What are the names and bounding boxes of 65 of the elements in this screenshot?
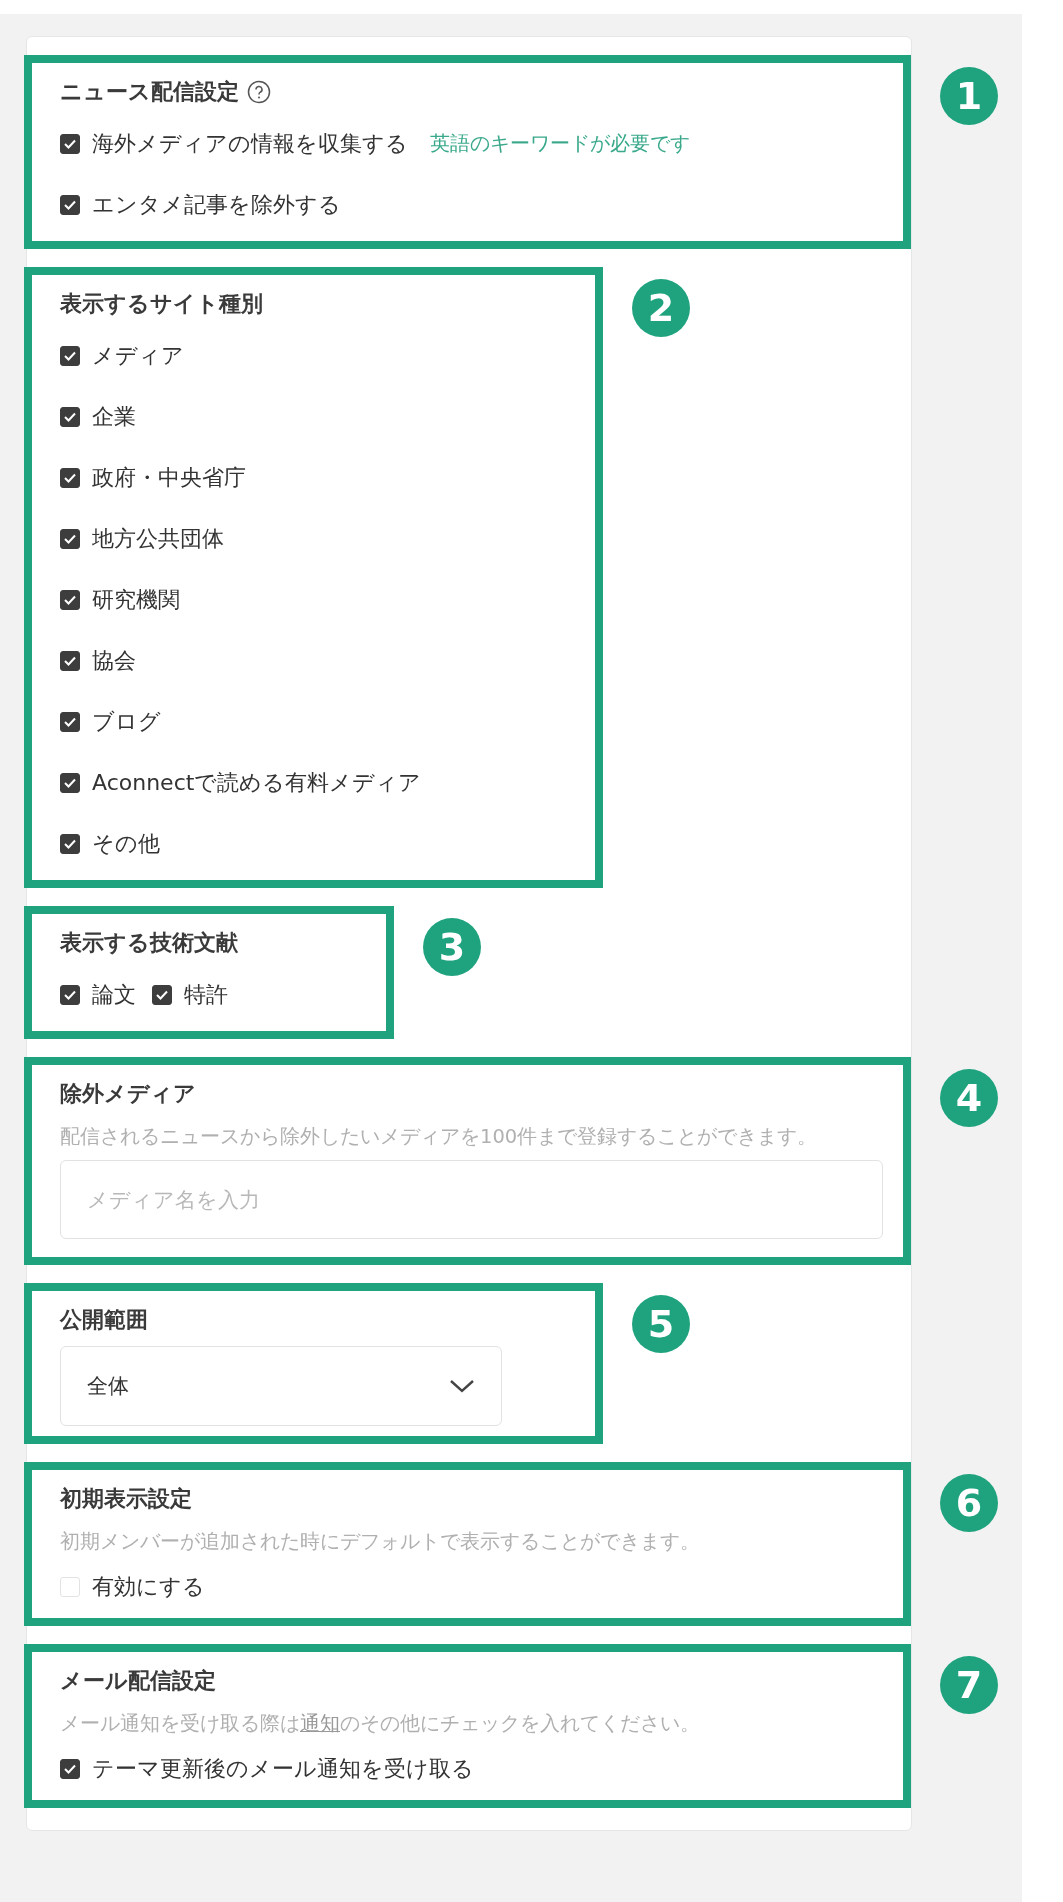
checkbox[interactable] xyxy=(60,833,80,854)
checkbox[interactable] xyxy=(60,984,80,1005)
section-title: 表示する技術文献 xyxy=(60,929,238,957)
number-badge: 3 xyxy=(423,918,481,976)
checkbox[interactable] xyxy=(60,194,80,215)
checkmark-icon xyxy=(64,411,76,422)
checkbox[interactable] xyxy=(60,711,80,732)
checkbox[interactable] xyxy=(60,772,80,793)
checkmark-icon xyxy=(64,838,76,849)
checkbox[interactable] xyxy=(60,467,80,488)
checkbox[interactable] xyxy=(60,345,80,366)
checkbox-label[interactable]: 特許 xyxy=(184,979,228,1010)
checkbox[interactable] xyxy=(60,528,80,549)
help-icon[interactable] xyxy=(247,80,271,104)
checkbox-label[interactable]: 企業 xyxy=(92,401,136,432)
checkbox-label[interactable]: その他 xyxy=(92,828,160,859)
checkbox-label[interactable]: 論文 xyxy=(92,979,136,1010)
checkbox[interactable] xyxy=(60,406,80,427)
checkbox-label[interactable]: 協会 xyxy=(92,645,136,676)
checkbox-label[interactable]: 有効にする xyxy=(92,1572,205,1602)
checkmark-icon xyxy=(64,1764,76,1774)
checkmark-icon xyxy=(64,533,76,544)
checkbox[interactable] xyxy=(60,589,80,610)
checkbox[interactable] xyxy=(152,984,172,1005)
checkbox-label[interactable]: Aconnectで読める有料メディア xyxy=(92,767,422,798)
checkmark-icon xyxy=(64,594,76,605)
checkmark-icon xyxy=(156,989,168,1000)
checkbox-label[interactable]: エンタメ記事を除外する xyxy=(92,189,341,220)
checkmark-icon xyxy=(64,989,76,1000)
hint-text: 英語のキーワードが必要です xyxy=(430,130,690,157)
section-title: 除外メディア xyxy=(60,1080,196,1108)
number-badge: 4 xyxy=(940,1069,998,1127)
checkmark-icon xyxy=(64,350,76,361)
section-title: ニュース配信設定 xyxy=(60,78,239,106)
media-name-field[interactable]: メディア名を入力 xyxy=(60,1160,883,1239)
section-title: 初期表示設定 xyxy=(60,1485,192,1513)
description-text: メール通知を受け取る際は通知のその他にチェックを入れてください。 xyxy=(60,1711,701,1737)
visibility-select[interactable]: 全体 xyxy=(60,1346,502,1426)
number-badge: 7 xyxy=(940,1656,998,1714)
description-text: 初期メンバーが追加された時にデフォルトで表示することができます。 xyxy=(60,1529,701,1555)
number-badge: 5 xyxy=(632,1295,690,1353)
section-title: メール配信設定 xyxy=(60,1667,216,1695)
number-badge: 6 xyxy=(940,1474,998,1532)
description-text: 配信されるニュースから除外したいメディアを100件まで登録することができます。 xyxy=(60,1124,819,1150)
checkbox-label[interactable]: ブログ xyxy=(92,706,161,737)
checkbox-label[interactable]: 研究機関 xyxy=(92,584,180,615)
checkmark-icon xyxy=(64,199,76,210)
checkmark-icon xyxy=(64,138,76,149)
chevron-down-icon xyxy=(449,1379,475,1393)
section-title: 公開範囲 xyxy=(60,1306,148,1334)
checkbox-label[interactable]: 地方公共団体 xyxy=(92,523,224,554)
checkbox[interactable] xyxy=(60,133,80,154)
checkmark-icon xyxy=(64,472,76,483)
section-title: 表示するサイト種別 xyxy=(60,290,263,318)
checkmark-icon xyxy=(64,777,76,788)
checkbox[interactable] xyxy=(60,650,80,671)
checkmark-icon xyxy=(64,655,76,666)
checkbox-label[interactable]: 海外メディアの情報を収集する xyxy=(92,128,408,159)
checkbox-label[interactable]: メディア xyxy=(92,340,184,371)
number-badge: 2 xyxy=(632,279,690,337)
checkmark-icon xyxy=(64,716,76,727)
checkbox[interactable] xyxy=(60,1759,80,1779)
checkbox-label[interactable]: 政府・中央省庁 xyxy=(92,462,246,493)
checkbox-label[interactable]: テーマ更新後のメール通知を受け取る xyxy=(92,1754,474,1784)
number-badge: 1 xyxy=(940,67,998,125)
